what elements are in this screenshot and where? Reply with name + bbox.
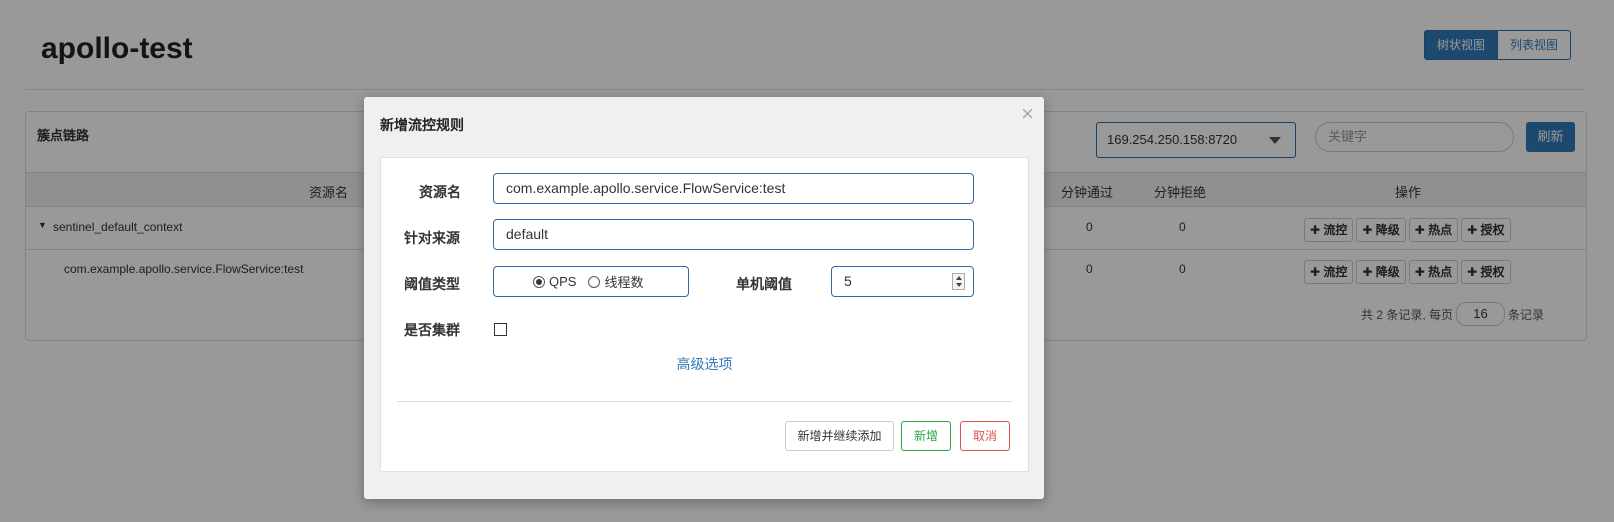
footer-divider: [397, 401, 1012, 402]
thread-radio[interactable]: [588, 275, 601, 288]
number-stepper[interactable]: [952, 273, 965, 290]
advanced-options-link[interactable]: 高级选项: [381, 354, 1028, 374]
close-icon[interactable]: ×: [1021, 103, 1034, 125]
add-flow-rule-dialog: 新增流控规则 × 资源名 com.example.apollo.service.…: [364, 97, 1044, 499]
add-and-continue-button[interactable]: 新增并继续添加: [785, 421, 894, 451]
resource-label: 资源名: [419, 184, 461, 200]
dialog-form: 资源名 com.example.apollo.service.FlowServi…: [380, 157, 1029, 472]
stepper-up-icon[interactable]: [956, 276, 962, 280]
single-threshold-input[interactable]: 5: [831, 266, 974, 297]
origin-input[interactable]: default: [493, 219, 974, 250]
threshold-type-group: QPS 线程数: [493, 266, 689, 297]
resource-name-input[interactable]: com.example.apollo.service.FlowService:t…: [493, 173, 974, 204]
qps-radio-label: QPS: [549, 274, 577, 289]
cluster-checkbox[interactable]: [494, 323, 507, 336]
threshold-type-label: 阈值类型: [404, 276, 460, 292]
qps-radio[interactable]: [533, 275, 545, 288]
cancel-button[interactable]: 取消: [960, 421, 1010, 451]
single-threshold-value: 5: [844, 273, 852, 289]
thread-radio-label: 线程数: [604, 275, 644, 290]
origin-label: 针对来源: [404, 230, 460, 246]
stepper-down-icon[interactable]: [956, 283, 962, 287]
cluster-label: 是否集群: [404, 322, 460, 338]
dialog-title: 新增流控规则: [380, 117, 464, 133]
add-button[interactable]: 新增: [901, 421, 951, 451]
single-threshold-label: 单机阈值: [736, 276, 792, 292]
